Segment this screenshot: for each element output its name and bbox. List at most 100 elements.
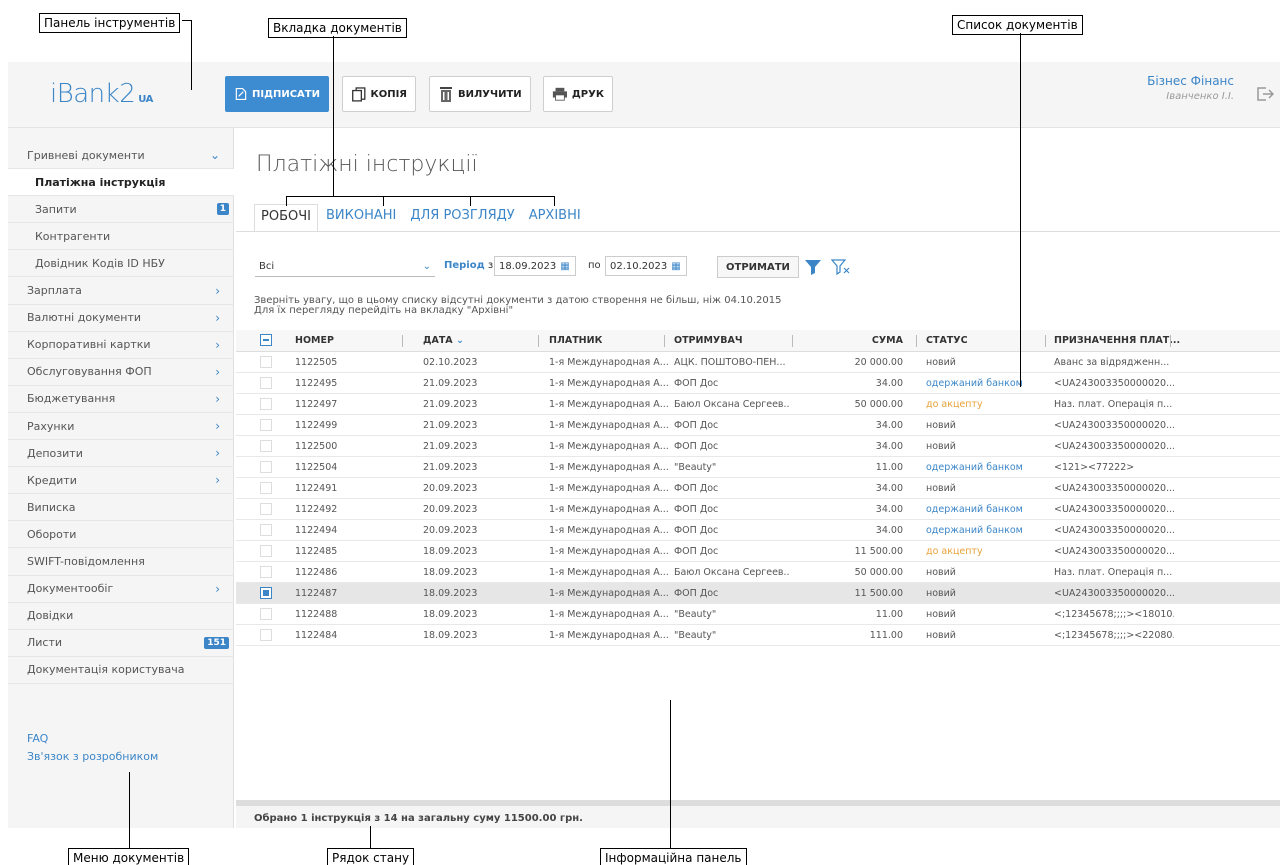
copy-button[interactable]: КОПІЯ	[342, 76, 416, 112]
row-checkbox[interactable]	[260, 356, 272, 368]
sidebar-item[interactable]: Листи 151	[8, 630, 234, 657]
row-checkbox[interactable]	[260, 461, 272, 473]
row-checkbox[interactable]	[260, 398, 272, 410]
copy-label: КОПІЯ	[370, 88, 407, 100]
table-row[interactable]: 1122495 21.09.2023 1-я Международная А... Ф…	[236, 373, 1280, 394]
table-cell: одержаний банком	[926, 462, 1023, 473]
table-cell: 1122491	[295, 483, 338, 494]
tab-for-review[interactable]: ДЛЯ РОЗГЛЯДУ	[404, 204, 520, 232]
chevron-right-icon: ›	[215, 391, 220, 406]
column-recipient[interactable]: ОТРИМУВАЧ	[674, 335, 743, 346]
table-row[interactable]: 1122484 18.09.2023 1-я Международная А... "…	[236, 625, 1280, 646]
logout-icon[interactable]	[1254, 84, 1274, 104]
table-row[interactable]: 1122505 02.10.2023 1-я Международная А... А…	[236, 352, 1280, 373]
print-label: ДРУК	[571, 88, 604, 100]
table-cell: <UA243003350000020...	[1054, 378, 1174, 389]
table-cell: 1-я Международная А...	[549, 420, 669, 431]
table-row[interactable]: 1122497 21.09.2023 1-я Международная А... Б…	[236, 394, 1280, 415]
contact-developer-link[interactable]: Зв'язок з розробником	[27, 750, 158, 763]
table-row[interactable]: 1122492 20.09.2023 1-я Международная А... Ф…	[236, 499, 1280, 520]
column-date[interactable]: ДАТА ⌄	[423, 335, 464, 346]
sidebar-item[interactable]: Корпоративні картки ›	[8, 332, 234, 359]
calendar-icon[interactable]: ▦	[560, 261, 569, 272]
sidebar-item[interactable]: Зарплата ›	[8, 278, 234, 305]
table-cell: одержаний банком	[926, 378, 1023, 389]
table-cell: ФОП Дос	[674, 441, 719, 452]
row-checkbox[interactable]	[260, 482, 272, 494]
sidebar-item[interactable]: Довідки	[8, 603, 234, 630]
row-checkbox[interactable]	[260, 629, 272, 641]
table-row[interactable]: 1122485 18.09.2023 1-я Международная А... Ф…	[236, 541, 1280, 562]
select-all-checkbox[interactable]	[260, 334, 272, 346]
table-cell: до акцепту	[926, 546, 983, 557]
column-purpose[interactable]: ПРИЗНАЧЕННЯ ПЛАТ...	[1054, 335, 1180, 346]
table-row[interactable]: 1122487 18.09.2023 1-я Международная А... Ф…	[236, 583, 1280, 604]
sidebar-item[interactable]: Документообіг ›	[8, 576, 234, 603]
sidebar-item[interactable]: Обслуговування ФОП ›	[8, 359, 234, 386]
archive-notice: Зверніть увагу, що в цьому списку відсут…	[254, 295, 782, 316]
column-payer[interactable]: ПЛАТНИК	[549, 335, 602, 346]
table-cell: новий	[926, 420, 956, 431]
column-number[interactable]: НОМЕР	[295, 335, 334, 346]
sidebar-item[interactable]: Обороти	[8, 521, 234, 549]
sidebar-item[interactable]: Гривневі документи ⌄	[8, 142, 234, 169]
sign-icon	[235, 87, 247, 101]
app-logo: iBank2 UA	[50, 79, 153, 109]
table-row[interactable]: 1122486 18.09.2023 1-я Международная А... Б…	[236, 562, 1280, 583]
row-checkbox[interactable]	[260, 545, 272, 557]
table-cell: новий	[926, 441, 956, 452]
get-button[interactable]: ОТРИМАТИ	[717, 256, 799, 278]
row-checkbox[interactable]	[260, 608, 272, 620]
row-checkbox[interactable]	[260, 503, 272, 515]
row-checkbox[interactable]	[260, 587, 272, 599]
delete-button[interactable]: ВИЛУЧИТИ	[429, 76, 531, 112]
table-cell: 18.09.2023	[423, 609, 478, 620]
tab-completed[interactable]: ВИКОНАНІ	[320, 204, 402, 232]
date-to-field[interactable]: 02.10.2023 ▦	[605, 256, 687, 276]
sidebar-item[interactable]: Бюджетування ›	[8, 386, 234, 413]
table-cell: "Beauty"	[674, 630, 717, 641]
sidebar-item[interactable]: SWIFT-повідомлення	[8, 549, 234, 576]
sidebar-item[interactable]: Депозити ›	[8, 440, 234, 468]
client-info[interactable]: Бізнес Фінанс Іванченко І.І.	[1147, 74, 1234, 102]
table-row[interactable]: 1122494 20.09.2023 1-я Международная А... Ф…	[236, 520, 1280, 541]
sidebar-item[interactable]: Документація користувача	[8, 657, 234, 684]
table-row[interactable]: 1122500 21.09.2023 1-я Международная А... Ф…	[236, 436, 1280, 457]
sidebar-item-label: Бюджетування	[27, 392, 116, 406]
sidebar-item[interactable]: Довідник Кодів ID НБУ	[8, 250, 234, 278]
client-name[interactable]: Бізнес Фінанс	[1147, 74, 1234, 88]
table-row[interactable]: 1122499 21.09.2023 1-я Международная А... Ф…	[236, 415, 1280, 436]
date-from-field[interactable]: 18.09.2023 ▦	[494, 256, 576, 276]
row-checkbox[interactable]	[260, 377, 272, 389]
sidebar-item[interactable]: Платіжна інструкція	[8, 169, 234, 197]
table-row[interactable]: 1122504 21.09.2023 1-я Международная А... "…	[236, 457, 1280, 478]
row-checkbox[interactable]	[260, 419, 272, 431]
row-checkbox[interactable]	[260, 524, 272, 536]
row-checkbox[interactable]	[260, 566, 272, 578]
sidebar-item[interactable]: Контрагенти	[8, 223, 234, 251]
column-status[interactable]: СТАТУС	[926, 335, 968, 346]
calendar-icon[interactable]: ▦	[671, 261, 680, 272]
faq-link[interactable]: FAQ	[27, 732, 48, 745]
sidebar-item[interactable]: Валютні документи ›	[8, 305, 234, 332]
table-cell: 1122486	[295, 567, 338, 578]
sign-button[interactable]: ПІДПИСАТИ	[225, 76, 329, 112]
account-select[interactable]: Всі ⌄	[255, 256, 435, 277]
sidebar-item[interactable]: Кредити ›	[8, 467, 234, 495]
sidebar-item[interactable]: Виписка	[8, 494, 234, 522]
tab-working[interactable]: РОБОЧІ	[254, 204, 318, 232]
table-row[interactable]: 1122488 18.09.2023 1-я Международная А... "…	[236, 604, 1280, 625]
row-checkbox[interactable]	[260, 440, 272, 452]
table-cell: 1-я Международная А...	[549, 399, 669, 410]
sidebar-item[interactable]: Рахунки ›	[8, 413, 234, 440]
filter-icon[interactable]	[804, 258, 822, 276]
sidebar-item-label: Гривневі документи	[27, 148, 145, 162]
table-cell: 34.00	[875, 441, 903, 452]
tab-archive[interactable]: АРХІВНІ	[523, 204, 587, 232]
column-amount[interactable]: СУМА	[858, 335, 903, 346]
chevron-right-icon: ›	[215, 473, 220, 488]
table-row[interactable]: 1122491 20.09.2023 1-я Международная А... Ф…	[236, 478, 1280, 499]
print-button[interactable]: ДРУК	[543, 76, 613, 112]
sidebar-item[interactable]: Запити 1	[8, 196, 234, 224]
clear-filter-icon[interactable]	[831, 258, 851, 276]
